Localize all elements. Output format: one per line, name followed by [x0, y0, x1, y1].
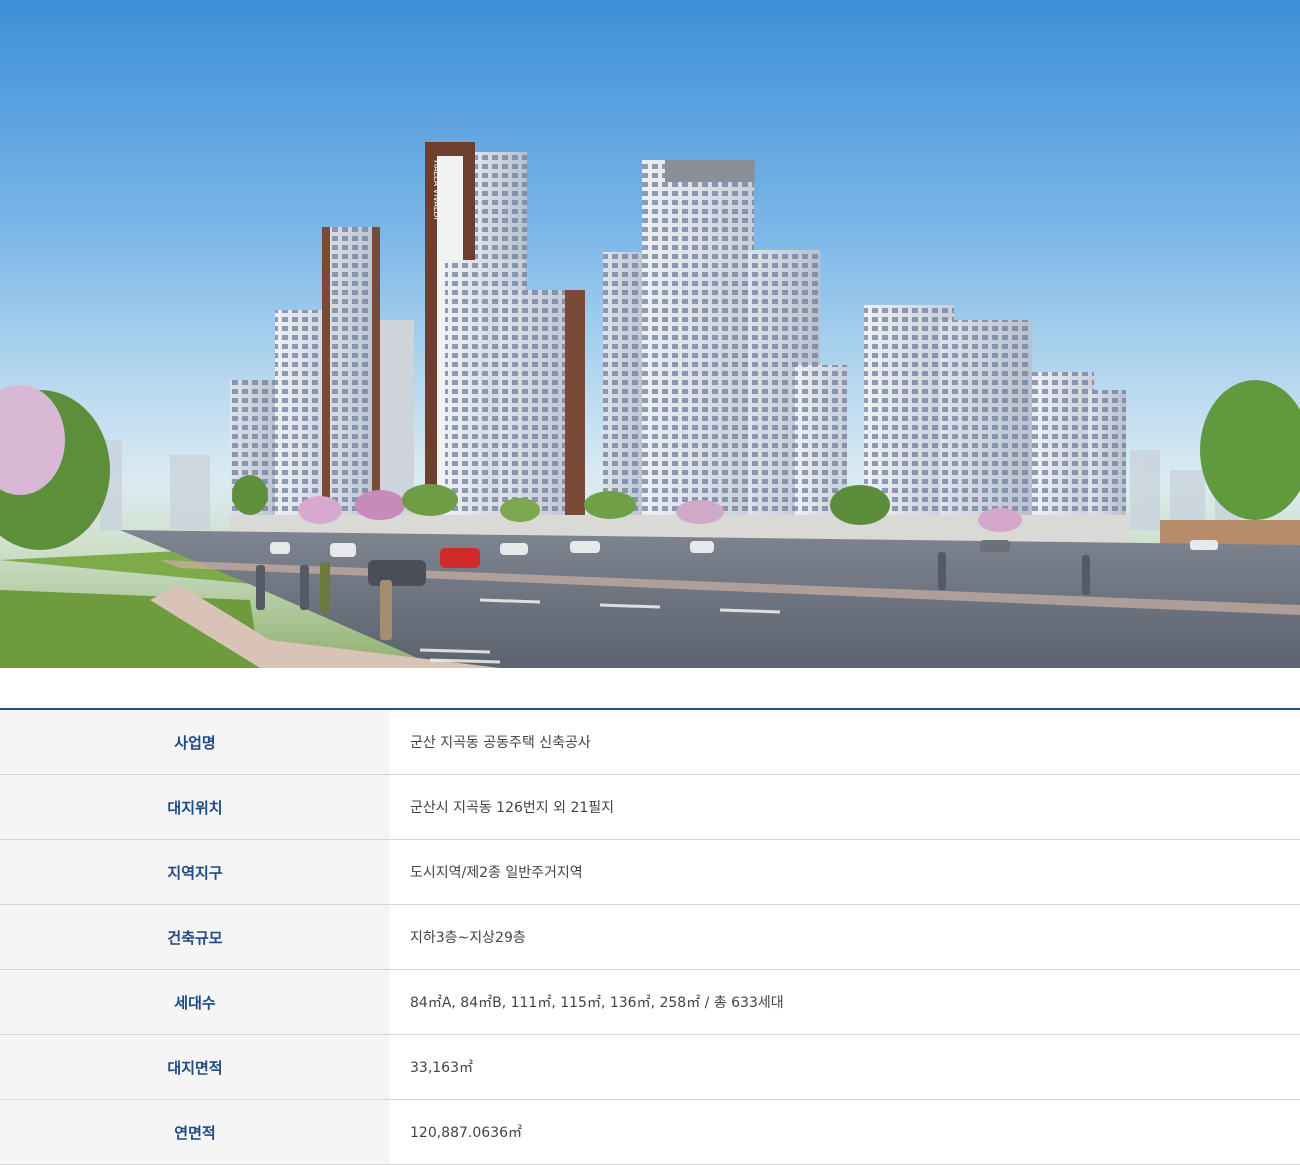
row-label: 건축규모: [0, 905, 390, 969]
project-info-table: 사업명 군산 지곡동 공동주택 신축공사대지위치 군산시 지곡동 126번지 외 2…: [0, 708, 1300, 1165]
table-row: 건축규모 지하3층~지상29층: [0, 905, 1300, 970]
row-label: 사업명: [0, 710, 390, 774]
table-row: 대지면적 33,163㎡: [0, 1035, 1300, 1100]
table-row: 연면적 120,887.0636㎡: [0, 1100, 1300, 1165]
row-value: 군산 지곡동 공동주택 신축공사: [410, 735, 591, 751]
apartment-rendering-illustration: HALLA VIVALDI: [0, 142, 1300, 668]
row-label: 지역지구: [0, 840, 390, 904]
table-row: 세대수 84㎡A, 84㎡B, 111㎡, 115㎡, 136㎡, 258㎡ / …: [0, 970, 1300, 1035]
row-value: 33,163㎡: [410, 1060, 473, 1076]
row-label: 대지면적: [0, 1035, 390, 1099]
row-value: 지하3층~지상29층: [410, 930, 526, 946]
row-label: 대지위치: [0, 775, 390, 839]
table-row: 사업명 군산 지곡동 공동주택 신축공사: [0, 710, 1300, 775]
table-row: 대지위치 군산시 지곡동 126번지 외 21필지: [0, 775, 1300, 840]
row-value: 120,887.0636㎡: [410, 1125, 522, 1141]
row-value: 군산시 지곡동 126번지 외 21필지: [410, 800, 615, 816]
table-row: 지역지구 도시지역/제2종 일반주거지역: [0, 840, 1300, 905]
row-value: 84㎡A, 84㎡B, 111㎡, 115㎡, 136㎡, 258㎡ / 총 6…: [410, 995, 784, 1011]
hero-rendering-image: HALLA VIVALDI: [0, 0, 1300, 668]
row-label: 연면적: [0, 1100, 390, 1164]
row-value: 도시지역/제2종 일반주거지역: [410, 865, 583, 881]
row-label: 세대수: [0, 970, 390, 1034]
tower-sign-text: HALLA VIVALDI: [432, 160, 441, 220]
